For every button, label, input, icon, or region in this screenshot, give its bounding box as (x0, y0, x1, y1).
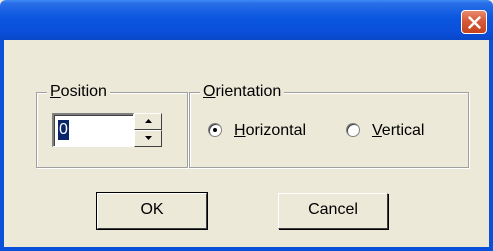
position-input[interactable]: 0 (52, 113, 134, 147)
horizontal-label: Horizontal (234, 122, 307, 139)
window-frame-right (489, 40, 493, 251)
position-value: 0 (58, 120, 69, 140)
position-label-text: osition (60, 83, 107, 100)
position-spinner[interactable] (134, 113, 162, 147)
spin-down-button[interactable] (134, 130, 162, 147)
orientation-label-mnemonic: O (203, 83, 216, 100)
close-button[interactable] (461, 10, 487, 34)
arrow-up-icon (145, 119, 152, 123)
window-frame-bottom (0, 247, 493, 251)
orientation-group-label: Orientation (200, 83, 285, 101)
position-group-label: Position (47, 83, 110, 101)
cancel-button[interactable]: Cancel (278, 193, 388, 229)
ok-button[interactable]: OK (96, 192, 208, 230)
radio-selected-dot (213, 128, 217, 132)
vertical-label: Vertical (372, 122, 425, 139)
spin-up-button[interactable] (134, 113, 162, 130)
close-icon (468, 16, 481, 29)
vertical-radio[interactable]: Vertical (346, 121, 461, 141)
arrow-down-icon (145, 136, 152, 140)
position-label-mnemonic: P (50, 83, 61, 100)
radio-button-icon (346, 123, 360, 137)
horizontal-radio[interactable]: Horizontal (208, 121, 328, 141)
title-bar[interactable] (0, 0, 493, 40)
radio-button-icon (208, 123, 222, 137)
orientation-label-text: rientation (215, 83, 282, 100)
